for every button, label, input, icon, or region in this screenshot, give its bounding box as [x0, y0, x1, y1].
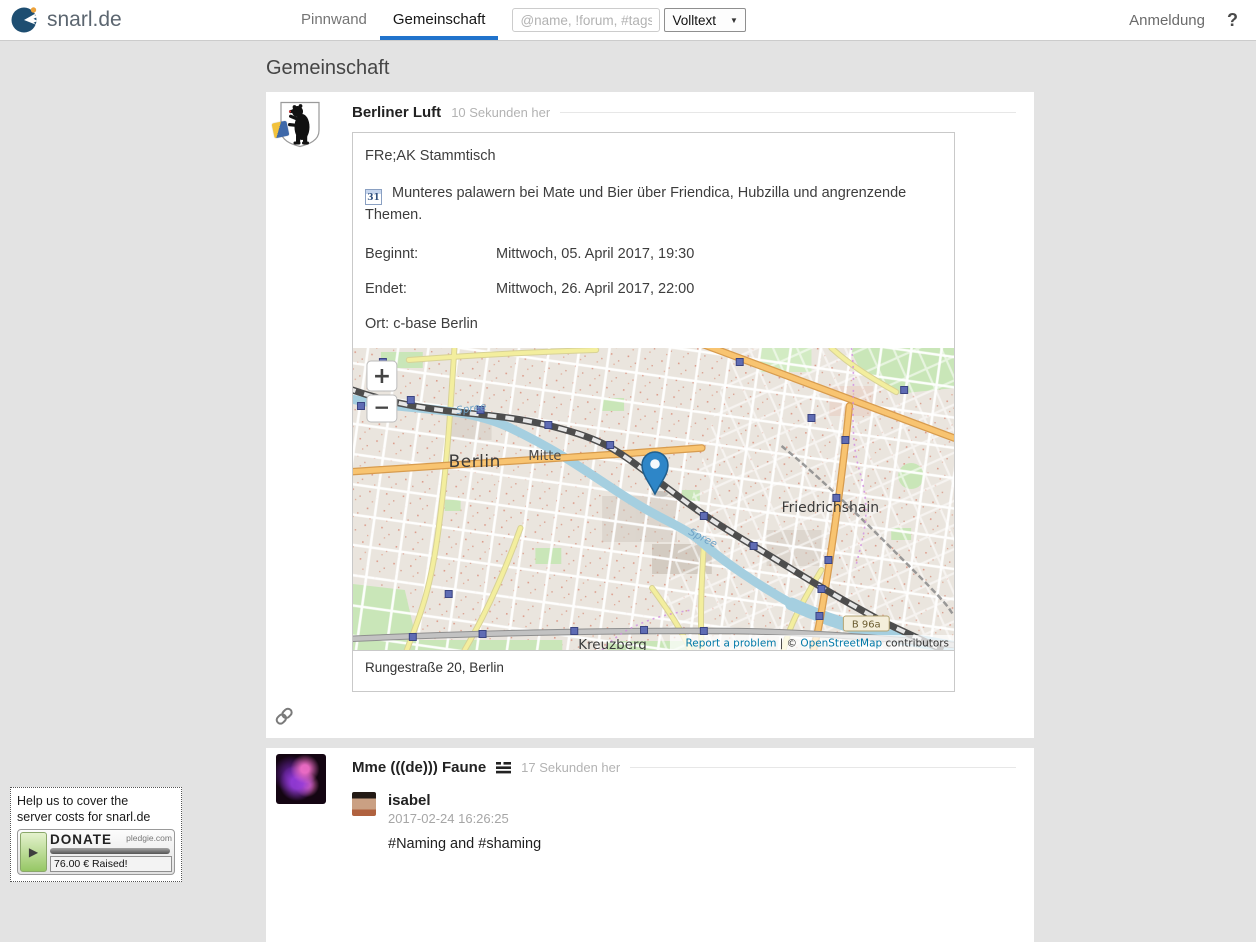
top-navigation-bar: snarl.de Pinnwand Gemeinschaft Volltext … — [0, 0, 1256, 41]
avatar-berliner-luft[interactable] — [276, 100, 324, 148]
topbar-right: Anmeldung ? — [1129, 10, 1238, 31]
shared-item: isabel 2017-02-24 16:26:25 #Naming and #… — [352, 792, 1016, 852]
event-title: FRe;AK Stammtisch — [365, 148, 942, 164]
label-mitte: Mitte — [528, 449, 561, 464]
shared-item-body: isabel 2017-02-24 16:26:25 #Naming and #… — [388, 792, 541, 852]
post-header: Mme (((de))) Faune 17 Sekunden her — [352, 756, 1016, 780]
post-timestamp: 17 Sekunden her — [521, 760, 620, 775]
donation-progress-bar — [50, 848, 170, 854]
label-berlin: Berlin — [449, 452, 501, 472]
avatar-mme-faune[interactable] — [276, 754, 326, 804]
label-kreuzberg: Kreuzberg — [578, 637, 647, 650]
event-map[interactable]: Berlin Mitte Friedrichshain Kreuzberg Sp… — [353, 348, 954, 650]
post-timestamp: 10 Sekunden her — [451, 105, 550, 120]
login-link[interactable]: Anmeldung — [1129, 12, 1205, 29]
event-begin-value: Mittwoch, 05. April 2017, 19:30 — [496, 246, 694, 262]
network-badge-icon — [272, 121, 290, 139]
event-description: 31Munteres palawern bei Mate und Bier üb… — [365, 183, 942, 227]
donation-text-line1: Help us to cover the — [17, 793, 175, 809]
donation-text-line2: server costs for snarl.de — [17, 809, 175, 825]
search-scope-select[interactable]: Volltext ▼ — [664, 8, 745, 32]
event-end-label: Endet: — [365, 281, 496, 297]
svg-text:B 96a: B 96a — [852, 619, 881, 630]
snarl-logo-icon — [10, 5, 40, 35]
header-divider — [630, 767, 1016, 768]
openstreetmap-link[interactable]: OpenStreetMap — [800, 637, 882, 649]
zoom-in-label[interactable]: + — [373, 364, 391, 389]
map-zoom-control: + − — [367, 361, 397, 422]
report-problem-link[interactable]: Report a problem — [686, 637, 777, 649]
post-berliner-luft: Berliner Luft 10 Sekunden her FRe;AK Sta… — [266, 92, 1034, 738]
shared-text: #Naming and #shaming — [388, 836, 541, 852]
event-location: Ort: c-base Berlin — [365, 316, 942, 332]
post-mme-faune: Mme (((de))) Faune 17 Sekunden her isabe… — [266, 748, 1034, 942]
calendar-icon: 31 — [365, 189, 382, 205]
help-icon[interactable]: ? — [1227, 10, 1238, 31]
event-end-value: Mittwoch, 26. April 2017, 22:00 — [496, 281, 694, 297]
zoom-out-label[interactable]: − — [374, 395, 391, 419]
label-friedrichshain: Friedrichshain — [782, 500, 880, 516]
tab-pinnwand[interactable]: Pinnwand — [288, 0, 380, 40]
permalink-icon[interactable] — [274, 706, 294, 731]
event-description-text: Munteres palawern bei Mate und Bier über… — [365, 185, 906, 223]
main-tabs: Pinnwand Gemeinschaft — [288, 0, 498, 40]
search-input[interactable] — [512, 8, 660, 32]
event-begin-row: Beginnt: Mittwoch, 05. April 2017, 19:30 — [365, 246, 942, 262]
tab-gemeinschaft[interactable]: Gemeinschaft — [380, 0, 499, 40]
post-author[interactable]: Berliner Luft — [352, 104, 441, 121]
dropdown-arrow-icon: ▼ — [730, 16, 738, 25]
svg-text:Report a problem | © OpenStree: Report a problem | © OpenStreetMap contr… — [686, 637, 950, 649]
page-background: Gemeinschaft — [0, 41, 1256, 857]
donate-label: DONATE — [50, 832, 112, 847]
event-end-row: Endet: Mittwoch, 26. April 2017, 22:00 — [365, 281, 942, 297]
map-attribution: Report a problem | © OpenStreetMap contr… — [670, 635, 954, 650]
reshare-list-icon — [496, 762, 511, 774]
post-header: Berliner Luft 10 Sekunden her — [352, 100, 1016, 124]
post-author[interactable]: Mme (((de))) Faune — [352, 759, 486, 776]
event-begin-label: Beginnt: — [365, 246, 496, 262]
avatar-isabel[interactable] — [352, 792, 376, 816]
event-details: FRe;AK Stammtisch 31Munteres palawern be… — [353, 148, 954, 332]
event-address: Rungestraße 20, Berlin — [353, 650, 954, 691]
shared-timestamp: 2017-02-24 16:26:25 — [388, 811, 541, 826]
event-card: FRe;AK Stammtisch 31Munteres palawern be… — [352, 132, 955, 692]
site-logo[interactable]: snarl.de — [10, 5, 206, 35]
pledgie-brand: pledgie.com — [126, 833, 172, 843]
page-title: Gemeinschaft — [266, 57, 1034, 80]
search-scope-value: Volltext — [672, 13, 716, 28]
stream-container: Gemeinschaft — [266, 57, 1034, 942]
shared-author[interactable]: isabel — [388, 792, 541, 809]
road-ref-badge: B 96a — [843, 616, 889, 631]
header-divider — [560, 112, 1016, 113]
brand-name: snarl.de — [47, 8, 122, 32]
